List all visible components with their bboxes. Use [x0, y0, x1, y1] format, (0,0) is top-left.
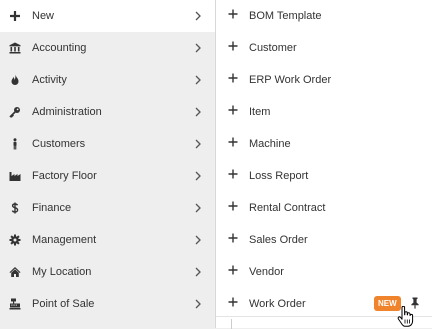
plus-icon — [228, 41, 238, 51]
submenu-item-machine[interactable]: Machine — [216, 128, 432, 160]
submenu-item-label: ERP Work Order — [249, 74, 332, 86]
menu-item-point-of-sale[interactable]: Point of Sale — [0, 288, 215, 320]
plus-icon — [228, 297, 238, 307]
new-submenu: BOM Template Customer ERP Work Order Ite… — [215, 0, 432, 329]
submenu-item-label: Machine — [249, 138, 291, 150]
menu-item-new[interactable]: New — [0, 0, 215, 32]
menu-item-factory-floor[interactable]: Factory Floor — [0, 160, 215, 192]
submenu-item-label: Work Order — [249, 298, 306, 310]
chevron-right-icon — [194, 298, 202, 310]
submenu-item-label: Item — [249, 106, 271, 118]
menu-item-label: Accounting — [32, 42, 87, 54]
menu-item-activity[interactable]: Activity — [0, 64, 215, 96]
menu-item-management[interactable]: Management — [0, 224, 215, 256]
chevron-right-icon — [194, 234, 202, 246]
plus-icon — [228, 105, 238, 115]
chevron-right-icon — [194, 202, 202, 214]
plus-icon — [228, 73, 238, 83]
plus-icon — [228, 201, 238, 211]
factory-icon — [8, 169, 22, 183]
chevron-right-icon — [194, 266, 202, 278]
chevron-right-icon — [194, 170, 202, 182]
submenu-item-label: BOM Template — [249, 10, 322, 22]
menu-item-label: Customers — [32, 138, 86, 150]
menu-item-label: New — [32, 10, 55, 22]
cash-register-icon — [8, 297, 22, 311]
plus-icon — [8, 9, 22, 23]
submenu-item-erp-work-order[interactable]: ERP Work Order — [216, 64, 432, 96]
submenu-item-sales-order[interactable]: Sales Order — [216, 224, 432, 256]
chevron-right-icon — [194, 42, 202, 54]
menu-item-label: My Location — [32, 266, 92, 278]
chevron-right-icon — [194, 138, 202, 150]
plus-icon — [228, 233, 238, 243]
chevron-right-icon — [194, 106, 202, 118]
menu-item-label: Management — [32, 234, 97, 246]
gear-icon — [8, 233, 22, 247]
plus-icon — [228, 9, 238, 19]
submenu-item-label: Sales Order — [249, 234, 308, 246]
key-icon — [8, 105, 22, 119]
dollar-icon — [8, 201, 22, 215]
menu-item-label: Finance — [32, 202, 72, 214]
plus-icon — [228, 265, 238, 275]
submenu-item-vendor[interactable]: Vendor — [216, 256, 432, 288]
menu-item-label: Administration — [32, 106, 102, 118]
submenu-item-label: Vendor — [249, 266, 284, 278]
submenu-item-rental-contract[interactable]: Rental Contract — [216, 192, 432, 224]
home-icon — [8, 265, 22, 279]
submenu-item-label: Rental Contract — [249, 202, 326, 214]
menu-item-finance[interactable]: Finance — [0, 192, 215, 224]
submenu-item-customer[interactable]: Customer — [216, 32, 432, 64]
plus-icon — [228, 137, 238, 147]
menu-item-label: Factory Floor — [32, 170, 97, 182]
submenu-item-label: Customer — [249, 42, 297, 54]
hand-cursor-icon — [396, 306, 416, 328]
menu-item-my-location[interactable]: My Location — [0, 256, 215, 288]
menu-item-administration[interactable]: Administration — [0, 96, 215, 128]
bank-icon — [8, 41, 22, 55]
submenu-item-label: Loss Report — [249, 170, 309, 182]
menu-item-accounting[interactable]: Accounting — [0, 32, 215, 64]
menu-item-label: Point of Sale — [32, 298, 95, 310]
menu-item-customers[interactable]: Customers — [0, 128, 215, 160]
chevron-right-icon — [194, 10, 202, 22]
main-menu: New Accounting Activity Administration C… — [0, 0, 215, 328]
flame-icon — [8, 73, 22, 87]
submenu-item-loss-report[interactable]: Loss Report — [216, 160, 432, 192]
submenu-item-bom-template[interactable]: BOM Template — [216, 0, 432, 32]
plus-icon — [228, 169, 238, 179]
menu-item-label: Activity — [32, 74, 67, 86]
submenu-item-item[interactable]: Item — [216, 96, 432, 128]
chevron-right-icon — [194, 74, 202, 86]
person-icon — [8, 137, 22, 151]
